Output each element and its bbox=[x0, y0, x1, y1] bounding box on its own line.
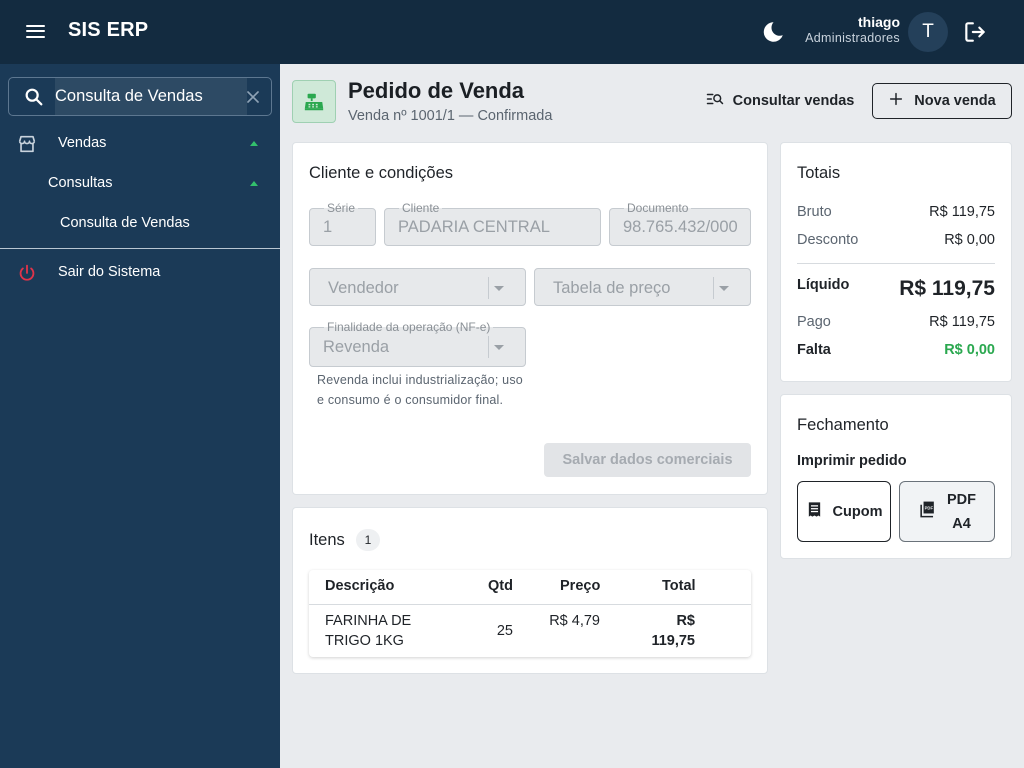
chevron-down-icon bbox=[494, 286, 504, 291]
moon-icon[interactable] bbox=[760, 19, 786, 45]
app-title: SIS ERP bbox=[68, 19, 149, 41]
totals-divider bbox=[797, 263, 995, 264]
finalidade-select[interactable]: Finalidade da operação (NF-e) Revenda bbox=[309, 321, 526, 367]
chevron-down-icon bbox=[719, 286, 729, 291]
avatar[interactable]: T bbox=[908, 12, 948, 52]
select-separator bbox=[488, 277, 489, 299]
closing-card-title: Fechamento bbox=[797, 416, 889, 434]
new-sale-button[interactable]: Nova venda bbox=[872, 83, 1012, 119]
documento-label: Documento bbox=[624, 202, 692, 214]
pago-label: Pago bbox=[797, 314, 831, 330]
menu-search-input[interactable]: Consulta de Vendas bbox=[55, 78, 247, 115]
tabela-placeholder: Tabela de preço bbox=[553, 279, 671, 297]
column-header-total: Total bbox=[662, 578, 696, 594]
sidebar-item-label: Sair do Sistema bbox=[58, 264, 161, 280]
sidebar-item-label: Consultas bbox=[48, 175, 113, 191]
chevron-up-icon bbox=[250, 141, 258, 146]
finalidade-label: Finalidade da operação (NF-e) bbox=[324, 321, 494, 333]
print-cupom-button[interactable]: Cupom bbox=[797, 481, 891, 542]
print-order-label: Imprimir pedido bbox=[797, 453, 907, 469]
select-separator bbox=[713, 277, 714, 299]
page-title: Pedido de Venda bbox=[348, 78, 525, 103]
bruto-value: R$ 119,75 bbox=[929, 204, 995, 220]
vendedor-placeholder: Vendedor bbox=[328, 279, 399, 297]
svg-text:PDF: PDF bbox=[924, 506, 933, 511]
sidebar-item-label: Consulta de Vendas bbox=[60, 215, 190, 231]
logout-icon[interactable] bbox=[962, 19, 988, 45]
menu-search[interactable]: Consulta de Vendas bbox=[8, 77, 272, 116]
client-card-title: Cliente e condições bbox=[309, 164, 454, 182]
page-subtitle: Venda nº 1001/1 — Confirmada bbox=[348, 108, 553, 124]
bruto-label: Bruto bbox=[797, 204, 832, 220]
cliente-label: Cliente bbox=[399, 202, 443, 214]
falta-label: Falta bbox=[797, 342, 831, 358]
column-header-qtd: Qtd bbox=[488, 578, 513, 594]
cupom-label: Cupom bbox=[832, 503, 883, 520]
store-icon bbox=[16, 133, 38, 155]
desconto-label: Desconto bbox=[797, 232, 859, 248]
plus-icon bbox=[888, 91, 904, 111]
chevron-down-icon bbox=[494, 345, 504, 350]
documento-value: 98.765.432/000 bbox=[623, 218, 738, 236]
cell-qtd: 25 bbox=[496, 623, 513, 639]
consult-sales-button[interactable]: Consultar vendas bbox=[696, 86, 864, 116]
pdf-icon: PDF bbox=[918, 500, 937, 523]
column-header-preco: Preço bbox=[560, 578, 601, 594]
cell-total: R$ 119,75 bbox=[651, 613, 695, 649]
select-separator bbox=[488, 336, 489, 358]
sidebar-item-sair[interactable]: Sair do Sistema bbox=[0, 253, 280, 293]
sidebar-item-vendas[interactable]: Vendas bbox=[0, 124, 280, 164]
finalidade-help-text: Revenda inclui industrialização; uso e c… bbox=[317, 373, 523, 407]
chevron-up-icon bbox=[250, 181, 258, 186]
serie-label: Série bbox=[324, 202, 359, 214]
documento-field[interactable]: Documento 98.765.432/000 bbox=[609, 202, 751, 246]
consult-sales-label: Consultar vendas bbox=[732, 93, 855, 109]
pdf-a4-label: PDF A4 bbox=[947, 491, 976, 532]
desconto-value: R$ 0,00 bbox=[944, 232, 995, 248]
sidebar-divider bbox=[0, 248, 280, 249]
falta-value: R$ 0,00 bbox=[944, 342, 995, 358]
sidebar: Consulta de Vendas Vendas Consultas Cons… bbox=[0, 64, 280, 768]
receipt-icon bbox=[806, 501, 823, 522]
sidebar-item-consultas[interactable]: Consultas bbox=[0, 164, 280, 204]
serie-value: 1 bbox=[323, 218, 333, 236]
user-name: thiago bbox=[858, 14, 900, 30]
liquido-value: R$ 119,75 bbox=[899, 277, 995, 300]
vendedor-select[interactable]: Vendedor bbox=[309, 268, 526, 306]
serie-field[interactable]: Série 1 bbox=[309, 202, 376, 246]
cell-descricao: FARINHA DE TRIGO 1KG bbox=[325, 613, 412, 649]
cell-preco: R$ 4,79 bbox=[549, 613, 600, 629]
user-info: thiago Administradores bbox=[805, 14, 900, 46]
print-pdf-a4-button[interactable]: PDF PDF A4 bbox=[899, 481, 995, 542]
cash-register-icon bbox=[292, 80, 336, 123]
items-table: Descrição Qtd Preço Total FARINHA DE TRI… bbox=[309, 570, 751, 657]
cliente-value: PADARIA CENTRAL bbox=[398, 218, 550, 236]
search-list-icon bbox=[706, 90, 724, 112]
items-count-badge: 1 bbox=[356, 529, 380, 551]
tabela-preco-select[interactable]: Tabela de preço bbox=[534, 268, 751, 306]
save-commercial-data-button[interactable]: Salvar dados comerciais bbox=[544, 443, 751, 477]
search-icon bbox=[23, 86, 45, 108]
user-role: Administradores bbox=[805, 31, 900, 45]
sidebar-item-label: Vendas bbox=[58, 135, 107, 151]
totals-card-title: Totais bbox=[797, 164, 841, 182]
power-icon bbox=[16, 262, 38, 284]
table-header-divider bbox=[309, 604, 751, 605]
close-icon[interactable] bbox=[243, 87, 263, 107]
menu-icon[interactable] bbox=[24, 21, 48, 43]
items-card-title: Itens bbox=[309, 531, 345, 549]
cliente-field[interactable]: Cliente PADARIA CENTRAL bbox=[384, 202, 601, 246]
column-header-descricao: Descrição bbox=[325, 578, 395, 594]
liquido-label: Líquido bbox=[797, 277, 850, 293]
pago-value: R$ 119,75 bbox=[929, 314, 995, 330]
sidebar-item-consulta-de-vendas[interactable]: Consulta de Vendas bbox=[0, 204, 280, 244]
new-sale-label: Nova venda bbox=[914, 93, 996, 109]
top-app-bar: SIS ERP thiago Administradores T bbox=[0, 0, 1024, 64]
finalidade-value: Revenda bbox=[323, 338, 390, 356]
